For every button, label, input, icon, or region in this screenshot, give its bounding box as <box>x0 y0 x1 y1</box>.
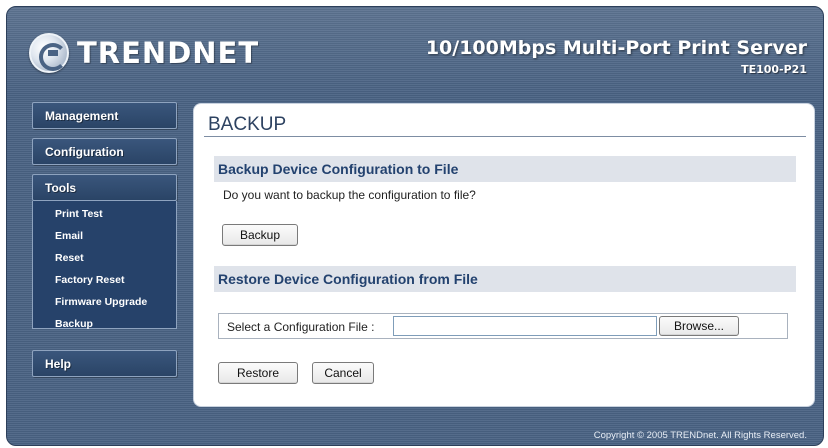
submenu-email[interactable]: Email <box>55 229 176 251</box>
copyright-footer: Copyright © 2005 TRENDnet. All Rights Re… <box>593 430 807 441</box>
cancel-button[interactable]: Cancel <box>312 362 374 384</box>
backup-question: Do you want to backup the configuration … <box>223 188 476 202</box>
title-divider <box>204 136 806 137</box>
restore-section-header: Restore Device Configuration from File <box>214 266 796 292</box>
product-title: 10/100Mbps Multi-Port Print Server <box>425 37 807 59</box>
file-select-row: Select a Configuration File : Browse... <box>218 313 788 339</box>
config-file-input[interactable] <box>393 316 657 336</box>
trendnet-logo: TRENDNET <box>29 33 259 73</box>
main-panel: BACKUP Backup Device Configuration to Fi… <box>193 103 815 407</box>
submenu-print-test[interactable]: Print Test <box>55 207 176 229</box>
app-frame: TRENDNET 10/100Mbps Multi-Port Print Ser… <box>6 6 824 446</box>
file-select-label: Select a Configuration File : <box>227 320 375 334</box>
nav-help[interactable]: Help <box>32 350 177 377</box>
trendnet-logo-icon <box>29 33 69 73</box>
brand-name: TRENDNET <box>77 36 260 70</box>
nav-tools[interactable]: Tools <box>32 174 177 201</box>
nav-management[interactable]: Management <box>32 102 177 129</box>
submenu-factory-reset[interactable]: Factory Reset <box>55 273 176 295</box>
submenu-firmware-upgrade[interactable]: Firmware Upgrade <box>55 295 176 317</box>
backup-button[interactable]: Backup <box>222 224 298 246</box>
submenu-reset[interactable]: Reset <box>55 251 176 273</box>
backup-section-header: Backup Device Configuration to File <box>214 156 796 182</box>
nav-configuration[interactable]: Configuration <box>32 138 177 165</box>
tools-submenu: Print Test Email Reset Factory Reset Fir… <box>32 201 177 330</box>
browse-button[interactable]: Browse... <box>659 316 739 336</box>
page-title: BACKUP <box>208 114 287 135</box>
product-model: TE100-P21 <box>741 63 807 76</box>
restore-button[interactable]: Restore <box>218 362 298 384</box>
submenu-backup[interactable]: Backup <box>55 317 176 339</box>
